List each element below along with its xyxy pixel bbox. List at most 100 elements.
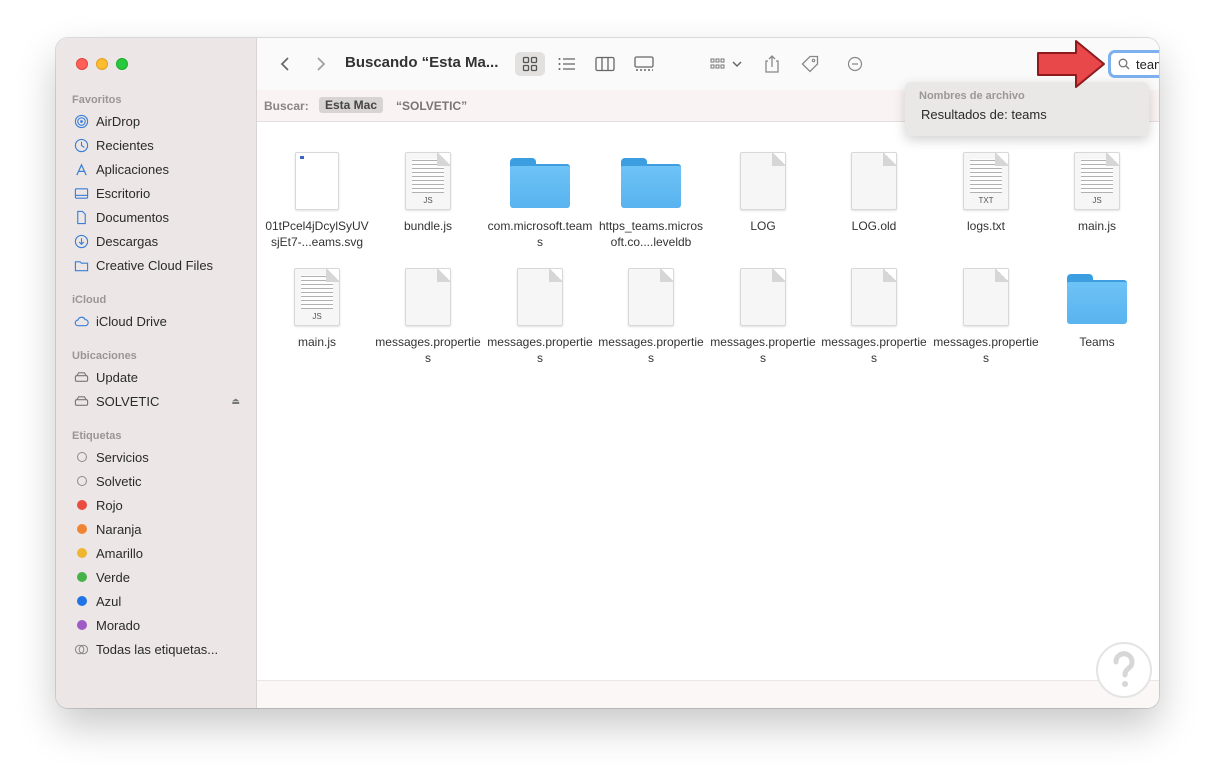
- sidebar-item-label: Descargas: [96, 233, 159, 249]
- folder-item[interactable]: com.microsoft.teams: [486, 146, 594, 250]
- sidebar-item-label: Update: [96, 369, 138, 385]
- sidebar-item-escritorio[interactable]: Escritorio: [74, 183, 244, 203]
- folder-item[interactable]: https_teams.microsoft.co....leveldb: [597, 146, 705, 250]
- chevron-right-icon: [317, 57, 326, 71]
- sidebar-tag-all[interactable]: Todas las etiquetas...: [74, 639, 244, 659]
- txt-file-icon: TXT: [963, 152, 1009, 210]
- sidebar-item-label: Todas las etiquetas...: [96, 641, 219, 657]
- tag-dot-icon: [76, 620, 87, 630]
- folder-icon: [1067, 274, 1127, 324]
- blank-file-icon: [740, 268, 786, 326]
- sidebar-tag-servicios[interactable]: Servicios: [74, 447, 244, 467]
- list-icon: [558, 58, 575, 70]
- sidebar-section-favorites: Favoritos: [72, 94, 122, 106]
- file-item[interactable]: messages.properties: [597, 262, 705, 366]
- chevron-left-icon: [280, 57, 289, 71]
- sidebar-item-label: iCloud Drive: [96, 313, 167, 329]
- sidebar: Favoritos AirDrop Recientes Aplicaciones…: [56, 38, 257, 708]
- minimize-button[interactable]: [96, 58, 108, 70]
- blank-file-icon: [963, 268, 1009, 326]
- cloud-icon: [74, 314, 89, 329]
- file-item[interactable]: messages.properties: [374, 262, 482, 366]
- file-item[interactable]: 01tPcel4jDcylSyUVsjEt7-...eams.svg: [263, 146, 371, 250]
- blank-file-icon: [851, 152, 897, 210]
- sidebar-tag-naranja[interactable]: Naranja: [74, 519, 244, 539]
- sidebar-tag-azul[interactable]: Azul: [74, 591, 244, 611]
- file-name: bundle.js: [403, 219, 453, 233]
- file-item[interactable]: JS bundle.js: [374, 146, 482, 234]
- sidebar-item-update[interactable]: Update: [74, 367, 244, 387]
- sidebar-item-label: Escritorio: [96, 185, 151, 201]
- sidebar-tag-rojo[interactable]: Rojo: [74, 495, 244, 515]
- file-item[interactable]: TXT logs.txt: [932, 146, 1040, 234]
- sidebar-item-label: Documentos: [96, 209, 169, 225]
- scope-solvetic[interactable]: “SOLVETIC”: [396, 99, 467, 113]
- svg-file-icon: [295, 152, 339, 210]
- view-columns-button[interactable]: [593, 52, 617, 76]
- zoom-button[interactable]: [116, 58, 128, 70]
- group-by-button[interactable]: [707, 52, 745, 76]
- forward-button[interactable]: [311, 52, 331, 76]
- file-name: main.js: [297, 335, 336, 349]
- file-item[interactable]: messages.properties: [709, 262, 817, 366]
- sidebar-item-icloud-drive[interactable]: iCloud Drive: [74, 311, 244, 331]
- sidebar-item-label: Azul: [96, 593, 122, 609]
- sidebar-section-icloud: iCloud: [72, 294, 107, 306]
- sidebar-tag-amarillo[interactable]: Amarillo: [74, 543, 244, 563]
- sidebar-item-label: Amarillo: [96, 545, 143, 561]
- suggestion-item[interactable]: Resultados de: teams: [921, 107, 1047, 122]
- search-query[interactable]: teams: [1136, 57, 1159, 72]
- tag-dot-icon: [76, 500, 87, 510]
- tag-dot-icon: [76, 548, 87, 558]
- view-list-button[interactable]: [555, 52, 579, 76]
- folder-item[interactable]: Teams: [1043, 262, 1151, 350]
- view-gallery-button[interactable]: [632, 52, 656, 76]
- sidebar-item-aplicaciones[interactable]: Aplicaciones: [74, 159, 244, 179]
- window-controls: [76, 58, 128, 70]
- sidebar-item-creative-cloud[interactable]: Creative Cloud Files: [74, 255, 244, 275]
- sidebar-tag-verde[interactable]: Verde: [74, 567, 244, 587]
- action-button[interactable]: [839, 52, 871, 76]
- file-item[interactable]: LOG: [709, 146, 817, 234]
- sidebar-item-recientes[interactable]: Recientes: [74, 135, 244, 155]
- sidebar-item-documentos[interactable]: Documentos: [74, 207, 244, 227]
- eject-icon[interactable]: ⏏: [231, 396, 240, 407]
- chevron-down-icon: [732, 61, 742, 68]
- blank-file-icon: [851, 268, 897, 326]
- share-button[interactable]: [762, 52, 782, 76]
- file-item[interactable]: JS main.js: [1043, 146, 1151, 234]
- file-item[interactable]: LOG.old: [820, 146, 928, 234]
- file-item[interactable]: messages.properties: [820, 262, 928, 366]
- sidebar-item-label: Creative Cloud Files: [96, 257, 214, 273]
- file-item[interactable]: messages.properties: [486, 262, 594, 366]
- scope-label: Buscar:: [264, 99, 309, 113]
- disk-icon: [74, 394, 89, 409]
- sidebar-item-label: Servicios: [96, 449, 149, 465]
- tag-dot-icon: [76, 596, 87, 606]
- file-name: main.js: [1077, 219, 1116, 233]
- tags-button[interactable]: [799, 52, 821, 76]
- sidebar-tag-morado[interactable]: Morado: [74, 615, 244, 635]
- sidebar-item-label: Aplicaciones: [96, 161, 169, 177]
- download-icon: [74, 234, 89, 249]
- sidebar-tag-solvetic[interactable]: Solvetic: [74, 471, 244, 491]
- sidebar-item-solvetic[interactable]: SOLVETIC ⏏: [74, 391, 244, 411]
- tag-dot-icon: [76, 452, 87, 462]
- scope-this-mac[interactable]: Esta Mac: [319, 97, 384, 113]
- back-button[interactable]: [275, 52, 295, 76]
- file-name: messages.properties: [821, 335, 927, 365]
- close-button[interactable]: [76, 58, 88, 70]
- all-tags-icon: [74, 642, 89, 657]
- view-icons-button[interactable]: [515, 52, 545, 76]
- search-field[interactable]: teams ×: [1108, 50, 1159, 78]
- airdrop-icon: [74, 114, 89, 129]
- file-item[interactable]: JS main.js: [263, 262, 371, 350]
- sidebar-item-airdrop[interactable]: AirDrop: [74, 111, 244, 131]
- blank-file-icon: [740, 152, 786, 210]
- status-bar: [257, 680, 1159, 708]
- file-name: 01tPcel4jDcylSyUVsjEt7-...eams.svg: [265, 219, 369, 249]
- share-icon: [765, 55, 779, 73]
- sidebar-item-label: Naranja: [96, 521, 142, 537]
- sidebar-item-descargas[interactable]: Descargas: [74, 231, 244, 251]
- file-item[interactable]: messages.properties: [932, 262, 1040, 366]
